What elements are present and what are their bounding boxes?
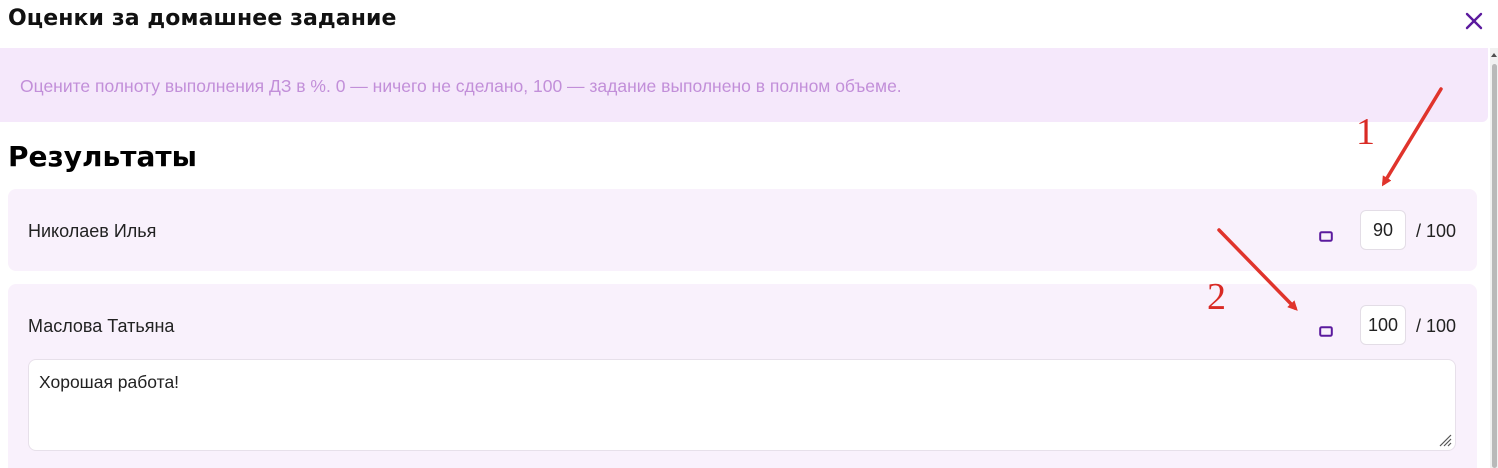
annotation-arrow-2 [1217, 228, 1298, 311]
annotation-label-1: 1 [1356, 111, 1375, 153]
annotation-label-2: 2 [1207, 276, 1226, 318]
annotation-arrows [1217, 87, 1443, 311]
grades-dialog: Оценки за домашнее задание Оцените полно… [0, 0, 1498, 468]
annotation-arrow-1 [1381, 87, 1443, 187]
